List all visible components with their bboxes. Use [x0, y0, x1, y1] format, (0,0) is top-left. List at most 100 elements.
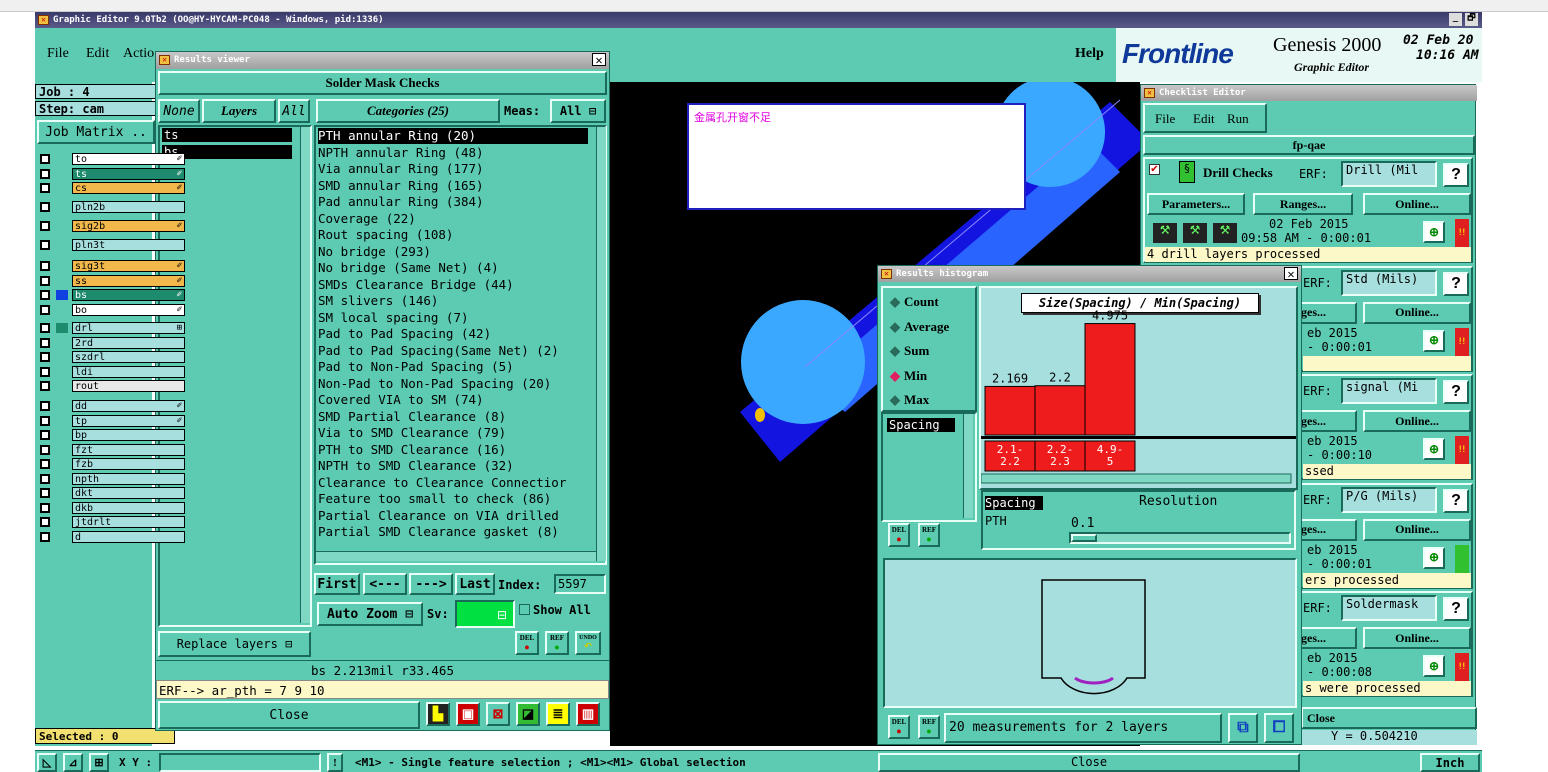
resolution-slider-thumb[interactable]: [1071, 534, 1097, 542]
layer-name[interactable]: bp: [72, 429, 185, 441]
layer-row-pln3t[interactable]: pln3t: [40, 239, 188, 251]
layer-name[interactable]: sig2b ✐: [72, 220, 185, 232]
resolution-pth-item[interactable]: PTH: [985, 514, 1007, 528]
measure-tool-icon[interactable]: ⊿: [63, 753, 83, 772]
layer-checkbox[interactable]: [40, 401, 50, 411]
layer-name[interactable]: pln3t: [72, 239, 185, 251]
category-item[interactable]: Partial SMD Clearance gasket (8): [318, 524, 559, 540]
layer-checkbox[interactable]: [40, 304, 50, 315]
ranges-button[interactable]: Ranges...: [1253, 193, 1353, 215]
category-item[interactable]: NPTH to SMD Clearance (32): [318, 458, 514, 474]
category-item[interactable]: Covered VIA to SM (74): [318, 392, 484, 408]
online-button[interactable]: Online...: [1363, 627, 1471, 649]
hist-ref-button-2[interactable]: REF ●: [918, 715, 940, 739]
layer-checkbox[interactable]: [40, 488, 50, 498]
layer-row-d[interactable]: d: [40, 530, 188, 543]
checklist-menu-file[interactable]: File: [1155, 111, 1175, 127]
checklist-close-button[interactable]: Close: [1301, 707, 1477, 729]
layer-name[interactable]: ts ✐: [72, 167, 185, 180]
ranges-button[interactable]: ges...: [1299, 410, 1357, 432]
resolution-slider[interactable]: [1069, 532, 1291, 544]
layer-name[interactable]: d: [72, 530, 185, 543]
menu-edit[interactable]: Edit: [86, 46, 109, 62]
last-button[interactable]: Last: [455, 573, 495, 595]
histogram-close-icon[interactable]: ✕: [1284, 267, 1298, 280]
checklist-menu-edit[interactable]: Edit: [1193, 111, 1215, 127]
category-item[interactable]: Partial Clearance on VIA drilled: [318, 508, 559, 524]
layer-list-scrollbar[interactable]: [300, 127, 310, 623]
option-average[interactable]: ◆ Average: [890, 319, 949, 335]
histogram-close-button[interactable]: Close: [878, 753, 1300, 772]
layer-name[interactable]: ldi: [72, 365, 185, 378]
menu-help[interactable]: Help: [1075, 46, 1104, 62]
all-button[interactable]: All: [278, 99, 310, 123]
category-item[interactable]: SMD annular Ring (165): [318, 178, 484, 194]
layer-checkbox[interactable]: [40, 183, 50, 193]
layer-checkbox[interactable]: [40, 240, 50, 250]
erf-field[interactable]: signal (Mi: [1341, 378, 1437, 404]
layer-checkbox[interactable]: [40, 415, 50, 426]
category-item[interactable]: SMDs Clearance Bridge (44): [318, 277, 514, 293]
category-item[interactable]: Rout spacing (108): [318, 227, 453, 243]
viewer-close-button[interactable]: Close: [158, 701, 420, 729]
layer-row-sig3t[interactable]: sig3t ✐: [40, 260, 188, 272]
erf-field[interactable]: Soldermask: [1341, 595, 1437, 621]
layer-name[interactable]: drl ⊞: [72, 322, 185, 334]
tool-icon-2[interactable]: ▣: [456, 702, 480, 726]
erf-field[interactable]: Std (Mils): [1341, 269, 1437, 296]
zoom-icon[interactable]: ⊕: [1423, 655, 1445, 677]
test-icon-1[interactable]: ⚒: [1153, 223, 1177, 243]
layer-row-drl[interactable]: drl ⊞: [40, 322, 188, 334]
layer-name[interactable]: dkb: [72, 501, 185, 514]
index-input[interactable]: 5597: [554, 574, 606, 594]
category-item[interactable]: PTH annular Ring (20): [318, 128, 588, 144]
category-item[interactable]: Via annular Ring (177): [318, 161, 484, 177]
layer-checkbox[interactable]: [40, 202, 50, 212]
help-button[interactable]: ?: [1443, 380, 1469, 404]
category-item[interactable]: No bridge (Same Net) (4): [318, 260, 499, 276]
layer-name[interactable]: 2rd: [72, 336, 185, 349]
categories-button[interactable]: Categories (25): [316, 99, 500, 123]
layer-checkbox[interactable]: [40, 323, 50, 333]
test-icon-2[interactable]: ⚒: [1183, 223, 1207, 243]
layer-checkbox[interactable]: [40, 261, 50, 271]
layer-name[interactable]: dd ✐: [72, 400, 185, 412]
test-icon-3[interactable]: ⚒: [1213, 223, 1237, 243]
layer-checkbox[interactable]: [40, 502, 50, 513]
tool-icon-3[interactable]: ⊠: [486, 702, 510, 726]
layer-row-ss[interactable]: ss ✐: [40, 274, 188, 287]
layer-checkbox[interactable]: [40, 221, 50, 231]
category-item[interactable]: SMD Partial Clearance (8): [318, 409, 506, 425]
layer-name[interactable]: to ✐: [72, 153, 185, 165]
layer-row-bs[interactable]: bs ✐: [40, 289, 188, 301]
layer-checkbox[interactable]: [40, 168, 50, 179]
layer-checkbox[interactable]: [40, 381, 50, 391]
parameters-button[interactable]: Parameters...: [1147, 193, 1245, 215]
category-item[interactable]: PTH to SMD Clearance (16): [318, 442, 506, 458]
layer-name[interactable]: bs ✐: [72, 289, 185, 301]
layer-name[interactable]: dkt: [72, 487, 185, 499]
layer-row-rout[interactable]: rout: [40, 380, 188, 392]
online-button[interactable]: Online...: [1363, 518, 1471, 541]
category-item[interactable]: Pad to Pad Spacing(Same Net) (2): [318, 343, 559, 359]
help-button[interactable]: ?: [1443, 271, 1469, 296]
online-button[interactable]: Online...: [1363, 193, 1471, 215]
layer-name[interactable]: rout: [72, 380, 185, 392]
next-button[interactable]: --->: [409, 573, 453, 595]
category-item[interactable]: Via to SMD Clearance (79): [318, 425, 506, 441]
histogram-list[interactable]: Spacing: [881, 412, 977, 522]
option-min[interactable]: ◆ Min: [890, 368, 927, 384]
del-button[interactable]: DEL ●: [515, 631, 539, 655]
layer-name[interactable]: fzb: [72, 458, 185, 470]
category-item[interactable]: NPTH annular Ring (48): [318, 145, 484, 161]
layer-checkbox[interactable]: [40, 366, 50, 377]
ranges-button[interactable]: ges...: [1299, 627, 1357, 649]
category-item[interactable]: Pad to Non-Pad Spacing (5): [318, 359, 514, 375]
menu-file[interactable]: File: [47, 46, 69, 62]
category-item[interactable]: SM local spacing (7): [318, 310, 469, 326]
layer-row-fzt[interactable]: fzt: [40, 443, 188, 456]
graph-icon[interactable]: ⧠: [1264, 713, 1294, 743]
none-button[interactable]: None: [158, 99, 200, 123]
layer-row-dkt[interactable]: dkt: [40, 487, 188, 499]
layer-name[interactable]: tp ✐: [72, 414, 185, 427]
